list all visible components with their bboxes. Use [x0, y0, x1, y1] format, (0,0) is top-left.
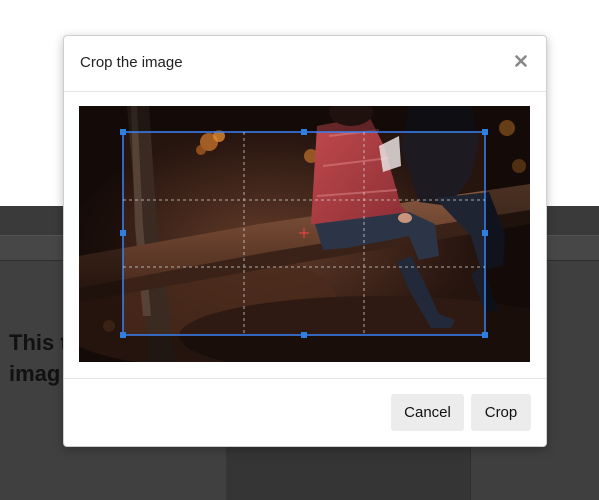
- crop-button[interactable]: Crop: [471, 394, 531, 431]
- crop-canvas: [79, 106, 530, 362]
- page-middle-column: [226, 440, 470, 500]
- crop-handle-bottom[interactable]: [301, 332, 307, 338]
- dialog-body: [64, 92, 546, 379]
- close-button[interactable]: [510, 50, 532, 72]
- dialog-header: Crop the image: [64, 36, 546, 92]
- crop-handle-left[interactable]: [120, 230, 126, 236]
- crop-handle-bottom-left[interactable]: [120, 332, 126, 338]
- cancel-button[interactable]: Cancel: [391, 394, 464, 431]
- dialog-title: Crop the image: [80, 54, 183, 71]
- crop-area[interactable]: [79, 106, 530, 362]
- dialog-footer: Cancel Crop: [64, 379, 546, 446]
- crop-handle-top-right[interactable]: [482, 129, 488, 135]
- close-icon: [515, 55, 527, 67]
- crop-handle-bottom-right[interactable]: [482, 332, 488, 338]
- crop-handle-right[interactable]: [482, 230, 488, 236]
- crop-handle-top[interactable]: [301, 129, 307, 135]
- crop-dialog: Crop the image Cancel Crop: [63, 35, 547, 447]
- crop-handle-top-left[interactable]: [120, 129, 126, 135]
